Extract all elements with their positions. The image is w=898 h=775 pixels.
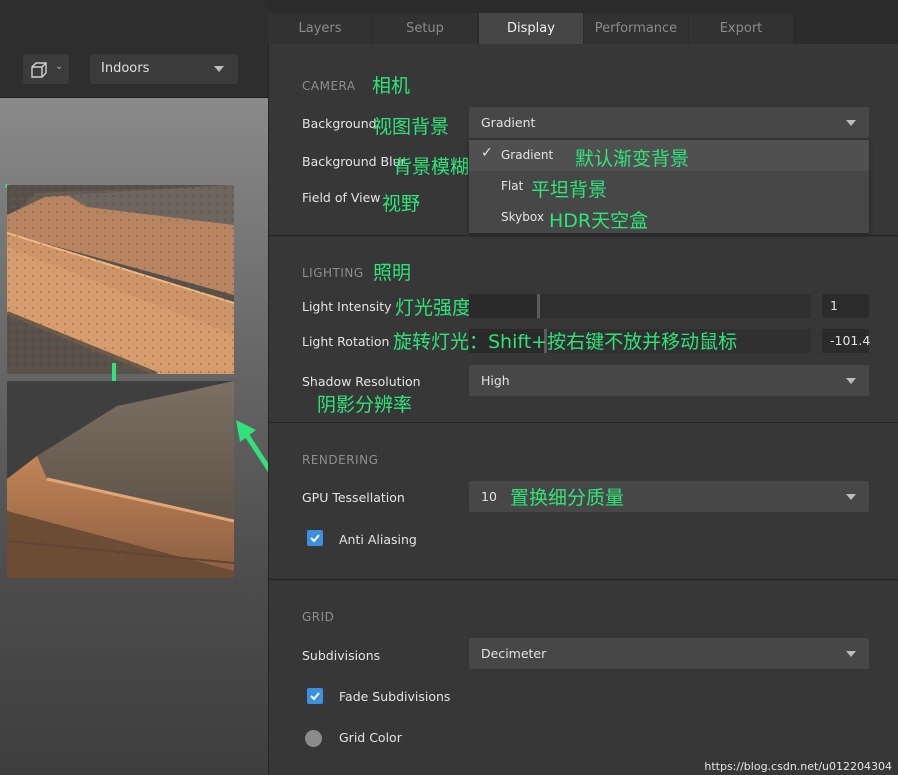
shadow-resolution-value: High [481,373,510,388]
rendering-section-title: RENDERING [302,453,379,467]
light-rotation-label: Light Rotation [302,334,390,349]
tab-performance[interactable]: Performance [584,13,688,44]
background-note: 视图背景 [373,116,450,138]
viewport-panel: ⌄ Indoors [0,0,268,775]
tab-display[interactable]: Display [479,13,583,44]
shadow-resolution-note: 阴影分辨率 [317,394,413,416]
arrow-diagonal-icon [236,420,268,473]
section-divider [269,579,898,580]
light-intensity-label: Light Intensity [302,299,392,314]
tab-setup[interactable]: Setup [373,13,477,44]
grid-color-swatch[interactable] [305,730,322,747]
chevron-down-icon: ⌄ [55,61,64,72]
option-gradient-note: 默认渐变背景 [575,148,690,170]
background-select[interactable]: Gradient [469,107,869,138]
slider-handle[interactable] [537,294,541,318]
option-skybox[interactable]: Skybox HDR天空盒 [469,202,869,233]
option-gradient-label: Gradient [501,148,554,162]
section-divider [269,422,898,423]
section-divider [269,235,898,236]
caret-down-icon [214,66,224,72]
option-skybox-note: HDR天空盒 [549,210,649,232]
anti-aliasing-label: Anti Aliasing [339,532,417,547]
field-of-view-note: 视野 [382,193,421,215]
subdivisions-select[interactable]: Decimeter [469,638,869,669]
lighting-title-note: 照明 [373,262,412,284]
anti-aliasing-checkbox[interactable] [307,530,323,546]
background-value: Gradient [481,115,536,130]
fade-subdivisions-checkbox[interactable] [307,688,323,704]
tab-layers[interactable]: Layers [268,13,372,44]
checkmark-icon: ✓ [481,145,493,161]
checkmark-icon [310,692,320,701]
display-settings-panel: CAMERA 相机 Background 视图背景 Gradient Backg… [268,44,898,775]
option-gradient[interactable]: ✓ Gradient 默认渐变背景 [469,140,869,171]
option-skybox-label: Skybox [501,210,544,224]
camera-section-title: CAMERA [302,79,356,93]
cube-icon [31,62,47,82]
viewport-toolbar: ⌄ Indoors [0,40,268,98]
grid-color-label: Grid Color [339,730,402,745]
light-intensity-input[interactable]: 1 [822,294,869,318]
tab-bar: Layers Setup Display Performance Export [268,13,898,44]
slider-fill [469,294,538,318]
environment-select[interactable]: Indoors [90,54,238,84]
subdivisions-value: Decimeter [481,646,547,661]
background-label: Background [302,116,377,131]
gpu-tessellation-note: 置换细分质量 [510,487,625,509]
caret-down-icon [846,378,856,384]
camera-title-note: 相机 [372,75,411,97]
field-of-view-label: Field of View [302,190,381,205]
background-blur-note: 背景模糊 [393,156,470,178]
option-flat[interactable]: Flat 平坦背景 [469,171,869,202]
gpu-tessellation-value: 10 [481,489,497,504]
shadow-resolution-select[interactable]: High [469,365,869,396]
light-rotation-note: 旋转灯光：Shift+按右键不放并移动鼠标 [393,331,738,353]
caret-down-icon [846,651,856,657]
light-intensity-slider[interactable] [469,294,811,318]
environment-value: Indoors [101,61,150,76]
option-flat-note: 平坦背景 [531,179,608,201]
light-intensity-note: 灯光强度 [395,297,472,319]
grid-section-title: GRID [302,610,335,624]
subdivisions-label: Subdivisions [302,648,381,663]
material-preview-displaced [7,381,234,578]
watermark: https://blog.csdn.net/u012204304 [704,760,892,773]
caret-down-icon [846,120,856,126]
background-blur-label: Background Blur [302,154,406,169]
light-rotation-value: -101.4 [830,333,871,348]
gpu-tessellation-label: GPU Tessellation [302,490,405,505]
view-mode-button[interactable]: ⌄ [23,54,69,84]
tab-export[interactable]: Export [689,13,793,44]
caret-down-icon [846,494,856,500]
light-intensity-value: 1 [830,298,838,313]
lighting-section-title: LIGHTING [302,266,364,280]
shadow-resolution-label: Shadow Resolution [302,374,421,389]
3d-viewport[interactable] [0,98,268,775]
option-flat-label: Flat [501,179,524,193]
background-options-menu: ✓ Gradient 默认渐变背景 Flat 平坦背景 Skybox HDR天空… [469,139,869,233]
checkmark-icon [310,534,320,543]
light-rotation-input[interactable]: -101.4 [822,329,871,353]
material-preview-flat [7,185,234,374]
fade-subdivisions-label: Fade Subdivisions [339,689,451,704]
